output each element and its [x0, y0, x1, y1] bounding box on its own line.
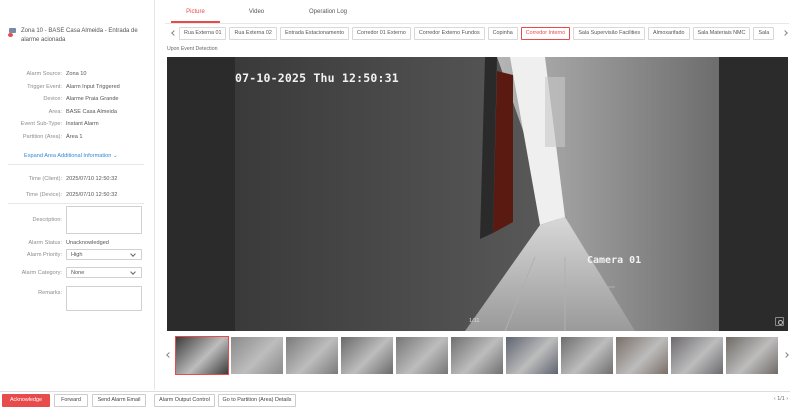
chevron-left-icon[interactable] — [169, 30, 179, 36]
chevron-right-icon[interactable]: › — [786, 396, 788, 402]
expand-area-info-link[interactable]: Expand Area Additional Information ⌄ — [24, 153, 118, 159]
snapshot-image[interactable] — [235, 57, 719, 331]
alarm-pager[interactable]: ‹ 1/1 › — [774, 396, 788, 402]
alarm-details: Alarm Source: Zona 10 Trigger Event: Ala… — [0, 68, 155, 143]
alarm-priority-row: Alarm Priority: High — [0, 249, 155, 260]
chevron-right-icon[interactable] — [782, 352, 790, 358]
event-type-label: Upon Event Detection — [167, 46, 218, 52]
camera-tab[interactable]: Sala Supervisão Facilities — [573, 26, 646, 40]
remarks-row: Remarks: — [0, 286, 155, 311]
remarks-field[interactable] — [66, 286, 142, 311]
description-field[interactable] — [66, 206, 142, 234]
alarm-header: Zona 10 - BASE Casa Almeida - Entrada de… — [8, 27, 150, 45]
send-alarm-email-button[interactable]: Send Alarm Email — [92, 394, 146, 407]
divider — [165, 23, 789, 24]
divider — [8, 203, 144, 204]
thumbnail[interactable] — [615, 336, 668, 374]
detail-row-event-sub-type: Event Sub-Type: Instant Alarm — [20, 121, 99, 128]
camera-tab[interactable]: Copinha — [487, 26, 518, 40]
priority-select[interactable]: High — [66, 249, 142, 260]
chevron-right-icon[interactable] — [780, 30, 790, 36]
alarm-times: Time (Client): 2025/07/10 12:50:32 Time … — [0, 171, 155, 203]
thumbnail[interactable] — [505, 336, 558, 374]
media-tabs: Picture Video Operation Log — [165, 4, 369, 23]
alarm-details-window: Zona 10 - BASE Casa Almeida - Entrada de… — [0, 0, 790, 407]
description-row: Description: — [0, 206, 155, 234]
detail-row-alarm-source: Alarm Source: Zona 10 — [26, 71, 87, 78]
detail-row-area: Area: BASE Casa Almeida — [48, 108, 117, 115]
camera-tab[interactable]: Sala — [753, 26, 775, 40]
thumbnail[interactable] — [725, 336, 778, 374]
category-select[interactable]: None — [66, 267, 142, 278]
osd-timestamp: 07-10-2025 Thu 12:50:31 — [235, 71, 399, 85]
alarm-input-icon — [8, 28, 17, 37]
divider — [8, 164, 144, 165]
detail-row-trigger-event: Trigger Event: Alarm Input Triggered — [27, 83, 120, 90]
camera-tab[interactable]: Rua Externa 02 — [229, 26, 277, 40]
alarm-title: Zona 10 - BASE Casa Almeida - Entrada de… — [21, 28, 138, 43]
tab-picture[interactable]: Picture — [165, 4, 226, 23]
thumbnail[interactable] — [230, 336, 283, 374]
chevron-left-icon[interactable]: ‹ — [774, 396, 776, 402]
camera-tab[interactable]: Corredor 01 Externo — [351, 26, 411, 40]
osd-camera-name: Camera 01 — [587, 255, 642, 266]
image-viewer: 07-10-2025 Thu 12:50:31 Camera 01 1/11 — [167, 57, 788, 331]
camera-tab[interactable]: Almoxarifado — [648, 26, 690, 40]
camera-tab[interactable]: Entrada Estacionamento — [279, 26, 349, 40]
thumbnail[interactable] — [340, 336, 393, 374]
alarm-output-control-button[interactable]: Alarm Output Control — [154, 394, 215, 407]
zoom-icon[interactable] — [775, 317, 784, 326]
thumbnail[interactable] — [450, 336, 503, 374]
media-panel: Picture Video Operation Log Rua Externa … — [165, 0, 790, 390]
camera-list: Rua Externa 01 Rua Externa 02 Entrada Esta… — [179, 26, 780, 40]
acknowledge-button[interactable]: Acknowledge — [2, 394, 50, 407]
chevron-down-icon: ⌄ — [112, 153, 118, 159]
chevron-down-icon — [130, 250, 136, 257]
detail-row-partition: Partition (Area): Área 1 — [22, 133, 83, 140]
alarm-status-row: Alarm Status: Unacknowledged — [28, 239, 109, 246]
thumbnail-list — [174, 335, 778, 375]
thumbnail[interactable] — [560, 336, 613, 374]
go-to-partition-button[interactable]: Go to Partition (Area) Details — [218, 394, 296, 407]
alarm-category-row: Alarm Category: None — [0, 267, 155, 278]
thumbnail[interactable] — [174, 335, 229, 375]
tab-video[interactable]: Video — [226, 4, 287, 23]
time-device-row: Time (Device): 2025/07/10 12:50:32 — [25, 192, 118, 198]
time-client-row: Time (Client): 2025/07/10 12:50:32 — [28, 176, 118, 182]
chevron-left-icon[interactable] — [165, 352, 174, 358]
thumbnail[interactable] — [395, 336, 448, 374]
tab-operation-log[interactable]: Operation Log — [287, 4, 369, 23]
thumbnail[interactable] — [670, 336, 723, 374]
camera-tab[interactable]: Sala Materiais NMC — [692, 26, 751, 40]
action-bar: Acknowledge Forward Send Alarm Email Ala… — [0, 391, 790, 407]
camera-tab[interactable]: Rua Externa 01 — [179, 26, 227, 40]
camera-strip: Rua Externa 01 Rua Externa 02 Entrada Esta… — [169, 26, 790, 40]
forward-button[interactable]: Forward — [54, 394, 88, 407]
camera-tab[interactable]: Corredor Interno — [520, 26, 571, 40]
corridor-snapshot — [235, 57, 719, 331]
alarm-info-panel: Zona 10 - BASE Casa Almeida - Entrada de… — [0, 0, 155, 390]
chevron-down-icon — [130, 268, 136, 275]
thumbnail[interactable] — [285, 336, 338, 374]
image-counter: 1/11 — [469, 318, 480, 324]
thumbnail-strip — [165, 334, 790, 376]
detail-row-device: Device: Alarme Praia Grande — [43, 96, 119, 103]
camera-tab[interactable]: Corredor Externo Fundos — [413, 26, 485, 40]
